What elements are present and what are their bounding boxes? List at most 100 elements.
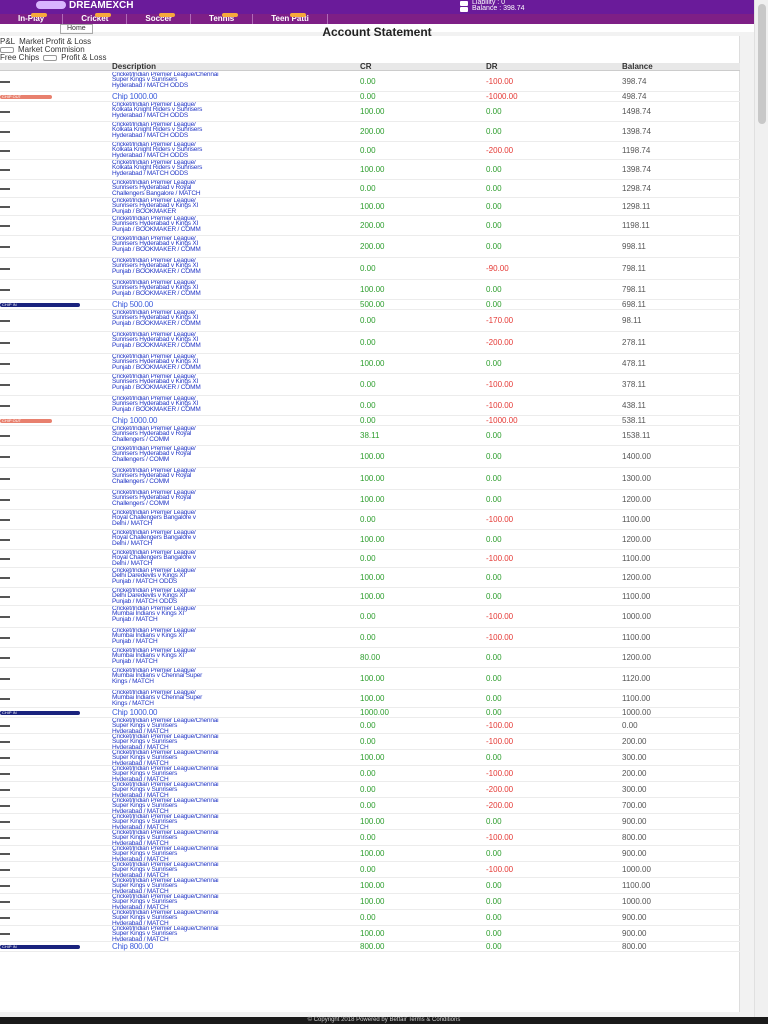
table-row[interactable]: Cricket/Indian Premier League/ Sunrisers… [0, 280, 740, 300]
row-description-link[interactable]: Cricket/Indian Premier League/ Sunrisers… [112, 446, 332, 467]
row-description-link[interactable]: Cricket/Indian Premier League/ Sunrisers… [112, 354, 332, 373]
row-description-link[interactable]: Cricket/Indian Premier League/Chennai Su… [112, 766, 332, 781]
col-balance[interactable]: Balance [622, 63, 653, 71]
col-description[interactable]: Description [112, 63, 156, 71]
row-description-link[interactable]: Cricket/Indian Premier League/ Kolkata K… [112, 160, 332, 179]
row-description-link[interactable]: Cricket/Indian Premier League/ Sunrisers… [112, 468, 332, 489]
row-description-link[interactable]: Cricket/Indian Premier League/ Royal Cha… [112, 530, 332, 549]
row-description-link[interactable]: Cricket/Indian Premier League/Chennai Su… [112, 830, 332, 845]
row-description-link[interactable]: Cricket/Indian Premier League/Chennai Su… [112, 718, 332, 733]
row-description-link[interactable]: Cricket/Indian Premier League/Chennai Su… [112, 734, 332, 749]
col-cr[interactable]: CR [360, 63, 372, 71]
brand-logo[interactable]: DREAMEXCH [36, 0, 133, 11]
row-description-link[interactable]: Cricket/Indian Premier League/ Mumbai In… [112, 628, 332, 647]
row-description-link[interactable]: Cricket/Indian Premier League/Chennai Su… [112, 926, 332, 941]
row-description-link[interactable]: Cricket/Indian Premier League/ Sunrisers… [112, 426, 332, 445]
table-row[interactable]: Cricket/Indian Premier League/ Sunrisers… [0, 332, 740, 354]
table-row[interactable]: Cricket/Indian Premier League/ Royal Cha… [0, 530, 740, 550]
row-description-link[interactable]: Cricket/Indian Premier League/ Kolkata K… [112, 122, 332, 141]
table-row[interactable]: Cricket/Indian Premier League/ Delhi Dar… [0, 568, 740, 588]
nav-teen-patti[interactable]: Teen Patti [253, 13, 328, 24]
row-description-link[interactable]: Cricket/Indian Premier League/Chennai Su… [112, 798, 332, 813]
row-description-link[interactable]: Chip 1000.00 [112, 708, 332, 717]
table-row[interactable]: Cricket/Indian Premier League/ Mumbai In… [0, 690, 740, 708]
nav-soccer[interactable]: Soccer [127, 13, 192, 24]
nav-tennis[interactable]: Tennis [191, 13, 254, 24]
row-description-link[interactable]: Cricket/Indian Premier League/ Delhi Dar… [112, 588, 332, 605]
row-description-link[interactable]: Cricket/Indian Premier League/ Sunrisers… [112, 374, 332, 395]
row-description-link[interactable]: Chip 1000.00 [112, 92, 332, 101]
row-description-link[interactable]: Cricket/Indian Premier League/ Sunrisers… [112, 180, 332, 197]
row-description-link[interactable]: Cricket/Indian Premier League/ Kolkata K… [112, 142, 332, 159]
table-row[interactable]: Cricket/Indian Premier League/ Royal Cha… [0, 510, 740, 530]
table-row[interactable]: Cricket/Indian Premier League/ Sunrisers… [0, 426, 740, 446]
row-description-link[interactable]: Cricket/Indian Premier League/Chennai Su… [112, 782, 332, 797]
row-description-link[interactable]: Cricket/Indian Premier League/ Sunrisers… [112, 490, 332, 509]
table-row[interactable]: Cricket/Indian Premier League/ Mumbai In… [0, 668, 740, 690]
table-row[interactable]: Cricket/Indian Premier League/Chennai Su… [0, 878, 740, 894]
row-description-link[interactable]: Cricket/Indian Premier League/ Royal Cha… [112, 550, 332, 567]
table-row[interactable]: Cricket/Indian Premier League/Chennai Su… [0, 846, 740, 862]
row-description-link[interactable]: Cricket/Indian Premier League/ Sunrisers… [112, 216, 332, 235]
table-row[interactable]: Cricket/Indian Premier League/Chennai Su… [0, 830, 740, 846]
table-row[interactable]: Cricket/Indian Premier League/ Sunrisers… [0, 396, 740, 416]
account-info[interactable]: Liability : 0 Balance : 398.74 [460, 0, 525, 12]
table-row[interactable]: Cricket/Indian Premier League/ Mumbai In… [0, 648, 740, 668]
row-description-link[interactable]: Cricket/Indian Premier League/ Sunrisers… [112, 258, 332, 279]
table-row[interactable]: Cricket/Indian Premier League/ Mumbai In… [0, 628, 740, 648]
row-description-link[interactable]: Cricket/Indian Premier League/ Mumbai In… [112, 668, 332, 689]
table-row[interactable]: Cricket/Indian Premier League/Chennai Su… [0, 814, 740, 830]
row-description-link[interactable]: Cricket/Indian Premier League/ Royal Cha… [112, 510, 332, 529]
row-description-link[interactable]: Cricket/Indian Premier League/ Mumbai In… [112, 648, 332, 667]
scroll-thumb[interactable] [758, 4, 766, 124]
row-description-link[interactable]: Cricket/Indian Premier League/Chennai Su… [112, 878, 332, 893]
table-row[interactable]: Cricket/Indian Premier League/ Sunrisers… [0, 180, 740, 198]
row-description-link[interactable]: Cricket/Indian Premier League/Chennai Su… [112, 814, 332, 829]
table-row[interactable]: CHIP IN Chip 1000.00 1000.00 0.00 1000.00 [0, 708, 740, 718]
row-description-link[interactable]: Cricket/Indian Premier League/ Sunrisers… [112, 198, 332, 215]
table-row[interactable]: Cricket/Indian Premier League/Chennai Su… [0, 766, 740, 782]
row-description-link[interactable]: Cricket/Indian Premier League/ Sunrisers… [112, 310, 332, 331]
row-description-link[interactable]: Cricket/Indian Premier League/ Mumbai In… [112, 690, 332, 707]
table-row[interactable]: CHIP IN Chip 500.00 500.00 0.00 698.11 [0, 300, 740, 310]
table-row[interactable]: Cricket/Indian Premier League/Chennai Su… [0, 750, 740, 766]
nav-cricket[interactable]: Cricket [63, 13, 128, 24]
table-row[interactable]: Cricket/Indian Premier League/Chennai Su… [0, 718, 740, 734]
free-chips-checkbox[interactable] [43, 55, 58, 61]
row-description-link[interactable]: Cricket/Indian Premier League/ Sunrisers… [112, 280, 332, 299]
table-row[interactable]: Cricket/Indian Premier League/ Mumbai In… [0, 606, 740, 628]
table-row[interactable]: Cricket/Indian Premier League/Chennai Su… [0, 862, 740, 878]
table-row[interactable]: Cricket/Indian Premier League/ Sunrisers… [0, 490, 740, 510]
table-row[interactable]: Cricket/Indian Premier League/Chennai Su… [0, 798, 740, 814]
table-row[interactable]: Cricket/Indian Premier League/Chennai Su… [0, 926, 740, 942]
table-row[interactable]: Cricket/Indian Premier League/ Sunrisers… [0, 310, 740, 332]
row-description-link[interactable]: Cricket/Indian Premier League/Chennai Su… [112, 910, 332, 925]
table-row[interactable]: Cricket/Indian Premier League/ Kolkata K… [0, 142, 740, 160]
row-description-link[interactable]: Cricket/Indian Premier League/Chennai Su… [112, 750, 332, 765]
row-description-link[interactable]: Cricket/Indian Premier League/Chennai Su… [112, 72, 332, 91]
table-row[interactable]: CHIP OUT Chip 1000.00 0.00 -1000.00 538.11 [0, 416, 740, 426]
table-row[interactable]: Cricket/Indian Premier League/ Sunrisers… [0, 468, 740, 490]
table-row[interactable]: Cricket/Indian Premier League/ Kolkata K… [0, 160, 740, 180]
row-description-link[interactable]: Cricket/Indian Premier League/Chennai Su… [112, 894, 332, 909]
row-description-link[interactable]: Cricket/Indian Premier League/Chennai Su… [112, 846, 332, 861]
table-row[interactable]: Cricket/Indian Premier League/ Royal Cha… [0, 550, 740, 568]
table-row[interactable]: Cricket/Indian Premier League/Chennai Su… [0, 734, 740, 750]
row-description-link[interactable]: Chip 500.00 [112, 300, 332, 309]
filter-free-chips[interactable]: Free Chips Profit & Loss [0, 54, 106, 62]
row-description-link[interactable]: Chip 800.00 [112, 942, 332, 951]
table-row[interactable]: Cricket/Indian Premier League/Chennai Su… [0, 894, 740, 910]
table-row[interactable]: Cricket/Indian Premier League/ Sunrisers… [0, 216, 740, 236]
row-description-link[interactable]: Cricket/Indian Premier League/Chennai Su… [112, 862, 332, 877]
table-row[interactable]: Cricket/Indian Premier League/ Sunrisers… [0, 236, 740, 258]
row-description-link[interactable]: Cricket/Indian Premier League/ Mumbai In… [112, 606, 332, 627]
nav-inplay[interactable]: In-Play [0, 13, 64, 24]
table-row[interactable]: Cricket/Indian Premier League/ Delhi Dar… [0, 588, 740, 606]
table-row[interactable]: Cricket/Indian Premier League/ Kolkata K… [0, 102, 740, 122]
col-dr[interactable]: DR [486, 63, 498, 71]
table-row[interactable]: Cricket/Indian Premier League/Chennai Su… [0, 72, 740, 92]
table-row[interactable]: Cricket/Indian Premier League/ Sunrisers… [0, 354, 740, 374]
table-row[interactable]: Cricket/Indian Premier League/ Kolkata K… [0, 122, 740, 142]
table-row[interactable]: CHIP IN Chip 800.00 800.00 0.00 800.00 [0, 942, 740, 952]
table-row[interactable]: Cricket/Indian Premier League/Chennai Su… [0, 910, 740, 926]
